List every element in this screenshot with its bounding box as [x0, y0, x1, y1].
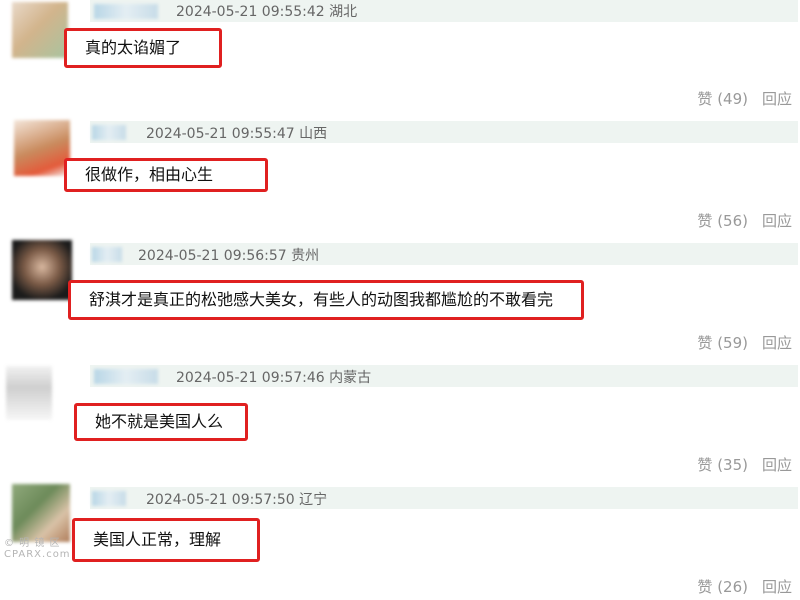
comment-meta: 2024-05-21 09:57:50 辽宁	[146, 489, 327, 509]
like-count: (56)	[717, 212, 748, 230]
site-watermark: © 明 镜 区 CPARX.com	[4, 538, 71, 560]
avatar[interactable]	[12, 2, 68, 58]
watermark-line1: © 明 镜 区	[4, 538, 61, 549]
comment-location: 内蒙古	[329, 370, 372, 386]
comment-text: 真的太谄媚了	[64, 28, 222, 68]
avatar[interactable]	[12, 484, 70, 542]
avatar[interactable]	[14, 120, 70, 176]
username-blurred[interactable]	[94, 4, 158, 19]
like-label: 赞	[697, 212, 713, 230]
like-button[interactable]: 赞 (56)	[697, 212, 748, 230]
like-button[interactable]: 赞 (35)	[697, 456, 748, 474]
comment-meta: 2024-05-21 09:57:46 内蒙古	[176, 367, 371, 387]
like-count: (59)	[717, 334, 748, 352]
comment-timestamp: 2024-05-21 09:57:50	[146, 492, 295, 508]
comment-item: 2024-05-21 09:55:42 湖北 真的太谄媚了 赞 (49) 回应	[0, 0, 800, 120]
username-blurred[interactable]	[92, 491, 126, 506]
comment-actions: 赞 (59) 回应	[697, 332, 792, 353]
comment-timestamp: 2024-05-21 09:55:47	[146, 126, 295, 142]
comment-actions: 赞 (56) 回应	[697, 210, 792, 231]
comment-text: 舒淇才是真正的松弛感大美女，有些人的动图我都尴尬的不敢看完	[68, 280, 584, 320]
reply-button[interactable]: 回应	[762, 456, 792, 474]
comment-meta: 2024-05-21 09:55:47 山西	[146, 123, 327, 143]
like-label: 赞	[697, 334, 713, 352]
like-label: 赞	[697, 90, 713, 108]
username-blurred[interactable]	[92, 125, 126, 140]
avatar[interactable]	[12, 240, 72, 300]
like-label: 赞	[697, 578, 713, 596]
comment-actions: 赞 (49) 回应	[697, 88, 792, 109]
reply-button[interactable]: 回应	[762, 212, 792, 230]
comment-timestamp: 2024-05-21 09:56:57	[138, 248, 287, 264]
comment-actions: 赞 (35) 回应	[697, 454, 792, 475]
like-button[interactable]: 赞 (49)	[697, 90, 748, 108]
comment-location: 贵州	[291, 248, 320, 264]
reply-button[interactable]: 回应	[762, 334, 792, 352]
comment-location: 辽宁	[299, 492, 328, 508]
comment-meta: 2024-05-21 09:56:57 贵州	[138, 245, 319, 265]
reply-button[interactable]: 回应	[762, 90, 792, 108]
like-button[interactable]: 赞 (59)	[697, 334, 748, 352]
comment-text: 美国人正常，理解	[72, 518, 260, 562]
username-blurred[interactable]	[92, 247, 122, 262]
reply-button[interactable]: 回应	[762, 578, 792, 596]
username-blurred[interactable]	[94, 369, 158, 384]
comment-text: 很做作，相由心生	[64, 158, 268, 192]
comment-timestamp: 2024-05-21 09:57:46	[176, 370, 325, 386]
like-count: (26)	[717, 578, 748, 596]
comment-text: 她不就是美国人么	[74, 403, 248, 441]
comment-meta: 2024-05-21 09:55:42 湖北	[176, 1, 357, 21]
like-label: 赞	[697, 456, 713, 474]
like-count: (35)	[717, 456, 748, 474]
avatar[interactable]	[6, 366, 52, 420]
comment-timestamp: 2024-05-21 09:55:42	[176, 4, 325, 20]
comment-location: 湖北	[329, 4, 358, 20]
like-button[interactable]: 赞 (26)	[697, 578, 748, 596]
like-count: (49)	[717, 90, 748, 108]
comment-location: 山西	[299, 126, 328, 142]
watermark-line2: CPARX.com	[4, 549, 71, 560]
comment-actions: 赞 (26) 回应	[697, 576, 792, 597]
